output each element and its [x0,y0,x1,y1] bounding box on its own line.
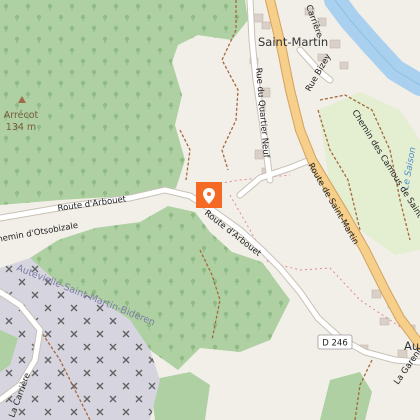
road-shield-label: D 246 [322,339,347,349]
map-viewport[interactable]: Saint-Martin Au Arrécot 134 m Le Saison … [0,0,420,420]
peak-elevation-label: 134 m [6,122,36,133]
map-canvas[interactable]: Saint-Martin Au Arrécot 134 m Le Saison … [0,0,420,420]
road-shield-d246: D 246 [317,334,353,350]
location-pin-icon[interactable] [196,182,222,208]
peak-name-label: Arrécot [4,110,39,121]
